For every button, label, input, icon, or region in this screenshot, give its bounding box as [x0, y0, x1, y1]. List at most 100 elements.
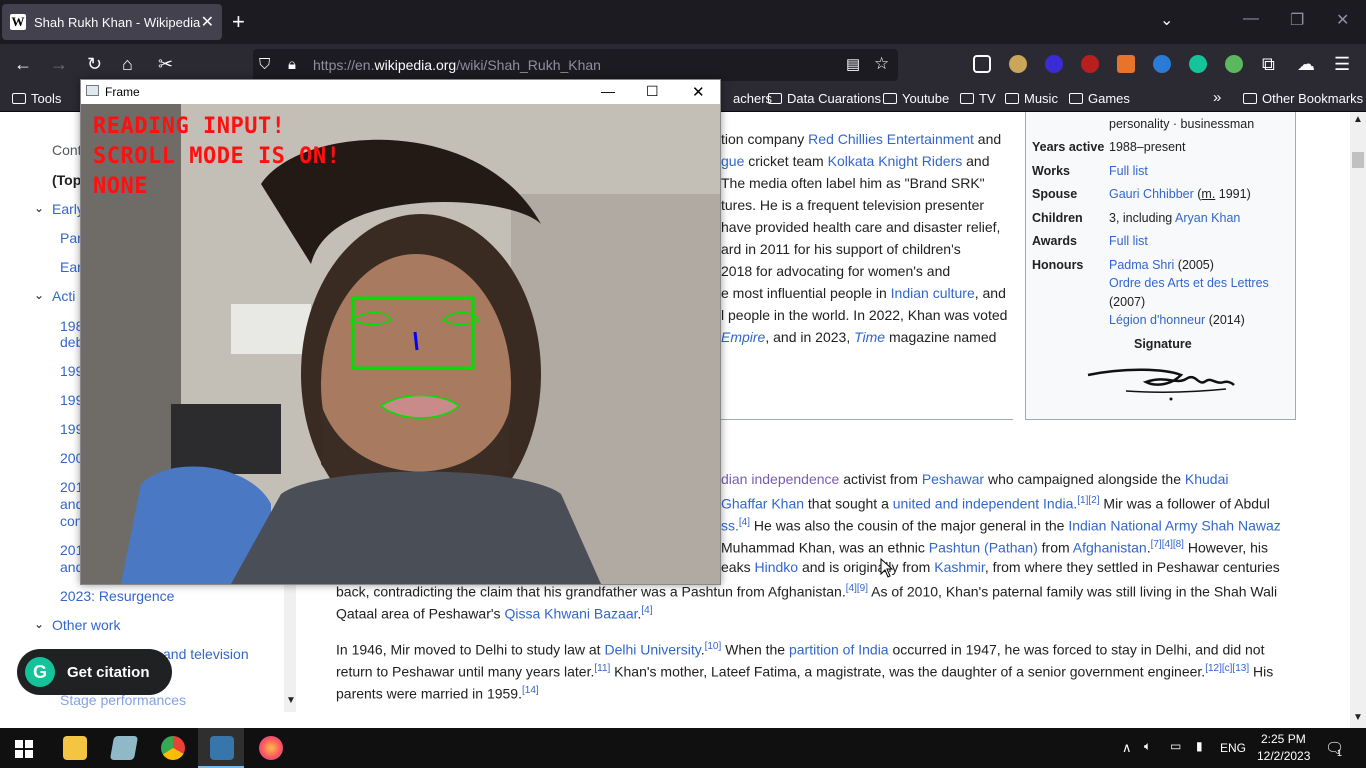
- tray-chevron-up-icon[interactable]: ∧: [1122, 740, 1132, 756]
- extension-swirl-icon[interactable]: [1153, 55, 1171, 73]
- audio-extension-icon[interactable]: [1117, 55, 1135, 73]
- toc-item-top[interactable]: (Top: [52, 172, 81, 188]
- link-ordre-des-arts[interactable]: Ordre des Arts et des Lettres: [1109, 276, 1269, 290]
- link-padma-shri[interactable]: Padma Shri: [1109, 258, 1174, 272]
- chevron-down-icon[interactable]: ⌄: [34, 617, 44, 631]
- toc-item-2023-resurgence[interactable]: 2023: Resurgence: [60, 588, 174, 604]
- speaker-icon[interactable]: 🔈︎: [1144, 739, 1151, 754]
- lock-icon[interactable]: 🔒︎: [288, 55, 296, 75]
- link-peshawar[interactable]: Peshawar: [922, 471, 984, 487]
- citation-ref[interactable]: [1][2]: [1077, 495, 1099, 506]
- new-tab-button[interactable]: +: [232, 9, 245, 35]
- bookmark-folder-data[interactable]: Data Cuarations: [768, 91, 881, 106]
- minimize-icon[interactable]: —: [1243, 10, 1259, 28]
- bookmark-folder-tools[interactable]: Tools: [12, 91, 61, 106]
- link-empire[interactable]: Empire: [721, 329, 765, 345]
- reload-icon[interactable]: ↻: [87, 54, 102, 74]
- link-time[interactable]: Time: [854, 329, 885, 345]
- chevron-down-icon[interactable]: ⌄: [34, 201, 44, 215]
- frame-close-icon[interactable]: ✕: [692, 83, 705, 101]
- scroll-down-icon[interactable]: ▼: [1353, 712, 1363, 723]
- link-delhi-university[interactable]: Delhi University: [604, 642, 700, 658]
- toc-item-other-work[interactable]: Other work: [52, 617, 120, 633]
- frame-maximize-icon[interactable]: ☐: [646, 83, 659, 100]
- citation-ref[interactable]: [10]: [705, 641, 722, 652]
- link-kkr[interactable]: Kolkata Knight Riders: [828, 153, 963, 169]
- color-picker-extension-icon[interactable]: [1225, 55, 1243, 73]
- frame-minimize-icon[interactable]: —: [601, 83, 615, 99]
- link-afghanistan[interactable]: Afghanistan: [1073, 540, 1147, 556]
- link-ina[interactable]: Indian National Army: [1068, 518, 1197, 534]
- home-icon[interactable]: ⌂: [122, 54, 133, 74]
- windows-start-icon[interactable]: [15, 740, 33, 758]
- extensions-puzzle-icon[interactable]: ⧉: [1262, 54, 1275, 74]
- python-icon[interactable]: [210, 736, 234, 760]
- link-shah-nawaz[interactable]: Shah Nawaz: [1201, 518, 1280, 534]
- link-aryan-khan[interactable]: Aryan Khan: [1175, 211, 1240, 225]
- monkey-extension-icon[interactable]: [1009, 55, 1027, 73]
- link-gauri[interactable]: Gauri Chhibber: [1109, 187, 1194, 201]
- toc-item-film-television[interactable]: and television: [163, 646, 249, 662]
- link-indian-independence[interactable]: dian independence: [721, 471, 839, 487]
- close-tab-icon[interactable]: ✕: [201, 12, 214, 32]
- citation-ref[interactable]: [12][c][13]: [1205, 663, 1249, 674]
- ublock-origin-icon[interactable]: [1081, 55, 1099, 73]
- bookmark-folder-music[interactable]: Music: [1005, 91, 1058, 106]
- grammarly-icon[interactable]: [1189, 55, 1207, 73]
- toc-item-acting-career[interactable]: Acti: [52, 288, 75, 304]
- bookmark-folder-youtube[interactable]: Youtube: [883, 91, 949, 106]
- camera-frame-window[interactable]: Frame — ☐ ✕ READING INPUT! SCROLL MODE I…: [80, 79, 721, 585]
- chrome-icon[interactable]: [161, 736, 185, 760]
- link-league[interactable]: gue: [721, 153, 744, 169]
- bookmark-folder-teachers[interactable]: achers: [733, 91, 772, 106]
- link-khudai[interactable]: Khudai: [1185, 471, 1229, 487]
- screenshot-icon[interactable]: ✂: [158, 54, 173, 74]
- more-bookmarks-chevron-icon[interactable]: »: [1213, 89, 1221, 106]
- network-icon[interactable]: ▭: [1170, 739, 1181, 753]
- menu-hamburger-icon[interactable]: ☰: [1334, 54, 1350, 74]
- pocket-icon[interactable]: [973, 55, 991, 73]
- chevron-down-icon[interactable]: ⌄: [34, 288, 44, 302]
- link-partition[interactable]: partition of India: [789, 642, 889, 658]
- link-hindko[interactable]: Hindko: [754, 559, 798, 575]
- citation-ref[interactable]: [4]: [739, 517, 750, 528]
- infobox-link-awards[interactable]: Full list: [1109, 234, 1148, 248]
- link-legion-honneur[interactable]: Légion d'honneur: [1109, 313, 1205, 327]
- scroll-thumb[interactable]: [1352, 152, 1364, 168]
- link-pashtun[interactable]: Pashtun (Pathan): [929, 540, 1038, 556]
- citation-ref[interactable]: [4][9]: [846, 583, 868, 594]
- citation-ref[interactable]: [7][4][8]: [1151, 539, 1184, 550]
- bookmark-folder-other[interactable]: Other Bookmarks: [1243, 91, 1363, 106]
- url-text[interactable]: https://en.wikipedia.org/wiki/Shah_Rukh_…: [313, 57, 601, 73]
- citation-ref[interactable]: [4]: [641, 605, 652, 616]
- toc-item-parentage[interactable]: Par: [60, 230, 82, 246]
- bookmark-star-icon[interactable]: ☆: [874, 54, 889, 74]
- link-united-india[interactable]: united and independent India.: [893, 496, 1078, 512]
- link-qissa-khwani[interactable]: Qissa Khwani Bazaar: [504, 606, 637, 622]
- link-ghaffar-khan[interactable]: Ghaffar Khan: [721, 496, 804, 512]
- link-kashmir[interactable]: Kashmir: [934, 559, 985, 575]
- back-icon[interactable]: ←: [14, 54, 32, 74]
- tracking-shield-icon[interactable]: ⛉: [259, 55, 270, 75]
- citation-ref[interactable]: [14]: [522, 685, 539, 696]
- close-window-icon[interactable]: ✕: [1336, 10, 1349, 30]
- get-citation-button[interactable]: G Get citation: [17, 649, 172, 695]
- link-indian-culture[interactable]: Indian culture: [891, 285, 975, 301]
- language-indicator[interactable]: ENG: [1220, 741, 1246, 755]
- notepad-icon[interactable]: [109, 736, 139, 760]
- scroll-up-icon[interactable]: ▲: [1353, 114, 1363, 125]
- frame-title-bar[interactable]: Frame — ☐ ✕: [81, 80, 720, 104]
- bookmark-folder-games[interactable]: Games: [1069, 91, 1130, 106]
- tab-wikipedia[interactable]: W Shah Rukh Khan - Wikipedia ✕: [2, 4, 222, 40]
- link-congress[interactable]: ss.: [721, 518, 739, 534]
- extension-blue-icon[interactable]: [1045, 55, 1063, 73]
- toc-scroll-down-icon[interactable]: ▼: [286, 695, 296, 706]
- file-explorer-icon[interactable]: [63, 736, 87, 760]
- citation-ref[interactable]: [11]: [594, 663, 610, 674]
- toc-item-early-career[interactable]: Ear: [60, 259, 82, 275]
- tab-list-chevron-icon[interactable]: ⌄: [1160, 10, 1173, 30]
- bookmark-folder-tv[interactable]: TV: [960, 91, 996, 106]
- link-red-chillies[interactable]: Red Chillies Entertainment: [808, 131, 974, 147]
- clock-time[interactable]: 2:25 PM: [1261, 732, 1306, 746]
- page-scrollbar[interactable]: ▲ ▼: [1350, 112, 1366, 728]
